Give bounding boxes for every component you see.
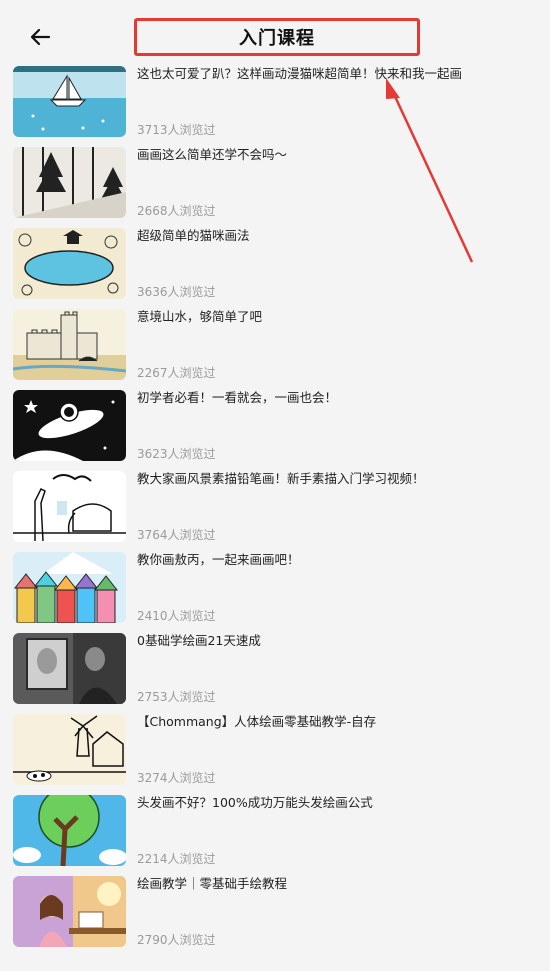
course-thumbnail[interactable]	[13, 876, 126, 947]
course-title[interactable]: 这也太可爱了趴？这样画动漫猫咪超简单！快来和我一起画	[137, 66, 480, 82]
course-item[interactable]: 这也太可爱了趴？这样画动漫猫咪超简单！快来和我一起画 3713人浏览过	[0, 66, 550, 147]
course-item[interactable]: 0基础学绘画21天速成 2753人浏览过	[0, 633, 550, 714]
course-views: 2410人浏览过	[137, 609, 216, 623]
course-title[interactable]: 意境山水，够简单了吧	[137, 309, 480, 325]
course-thumbnail[interactable]	[13, 795, 126, 866]
course-item[interactable]: 头发画不好？100%成功万能头发绘画公式 2214人浏览过	[0, 795, 550, 876]
course-title[interactable]: 初学者必看！一看就会，一画也会！	[137, 390, 480, 406]
course-title[interactable]: 绘画教学｜零基础手绘教程	[137, 876, 480, 892]
course-title[interactable]: 教大家画风景素描铅笔画！新手素描入门学习视频！	[137, 471, 480, 487]
course-thumbnail[interactable]	[13, 309, 126, 380]
course-title[interactable]: 头发画不好？100%成功万能头发绘画公式	[137, 795, 480, 811]
course-item[interactable]: 教大家画风景素描铅笔画！新手素描入门学习视频！ 3764人浏览过	[0, 471, 550, 552]
arrow-left-icon	[30, 28, 51, 46]
header: 入门课程	[0, 0, 550, 66]
course-thumbnail[interactable]	[13, 66, 126, 137]
course-views: 3623人浏览过	[137, 447, 216, 461]
course-list: 这也太可爱了趴？这样画动漫猫咪超简单！快来和我一起画 3713人浏览过 画画这么…	[0, 66, 550, 957]
course-views: 2668人浏览过	[137, 204, 216, 218]
course-title[interactable]: 画画这么简单还学不会吗～	[137, 147, 480, 163]
course-thumbnail[interactable]	[13, 147, 126, 218]
course-item[interactable]: 意境山水，够简单了吧 2267人浏览过	[0, 309, 550, 390]
course-thumbnail[interactable]	[13, 633, 126, 704]
course-thumbnail[interactable]	[13, 552, 126, 623]
course-title[interactable]: 教你画敖丙，一起来画画吧！	[137, 552, 480, 568]
course-thumbnail[interactable]	[13, 228, 126, 299]
course-views: 2267人浏览过	[137, 366, 216, 380]
course-views: 3764人浏览过	[137, 528, 216, 542]
course-item[interactable]: 超级简单的猫咪画法 3636人浏览过	[0, 228, 550, 309]
course-item[interactable]: 教你画敖丙，一起来画画吧！ 2410人浏览过	[0, 552, 550, 633]
course-title[interactable]: 超级简单的猫咪画法	[137, 228, 480, 244]
course-views: 2214人浏览过	[137, 852, 216, 866]
course-views: 2790人浏览过	[137, 933, 216, 947]
course-thumbnail[interactable]	[13, 390, 126, 461]
course-thumbnail[interactable]	[13, 471, 126, 542]
course-views: 3274人浏览过	[137, 771, 216, 785]
course-thumbnail[interactable]	[13, 714, 126, 785]
course-views: 3636人浏览过	[137, 285, 216, 299]
course-item[interactable]: 绘画教学｜零基础手绘教程 2790人浏览过	[0, 876, 550, 957]
course-item[interactable]: 初学者必看！一看就会，一画也会！ 3623人浏览过	[0, 390, 550, 471]
course-views: 2753人浏览过	[137, 690, 216, 704]
course-title[interactable]: 0基础学绘画21天速成	[137, 633, 480, 649]
course-item[interactable]: 【Chommang】人体绘画零基础教学-自存 3274人浏览过	[0, 714, 550, 795]
course-views: 3713人浏览过	[137, 123, 216, 137]
course-item[interactable]: 画画这么简单还学不会吗～ 2668人浏览过	[0, 147, 550, 228]
back-button[interactable]	[22, 22, 58, 52]
course-title[interactable]: 【Chommang】人体绘画零基础教学-自存	[137, 714, 480, 730]
page-title-highlight: 入门课程	[134, 18, 420, 56]
page-title: 入门课程	[239, 28, 315, 49]
